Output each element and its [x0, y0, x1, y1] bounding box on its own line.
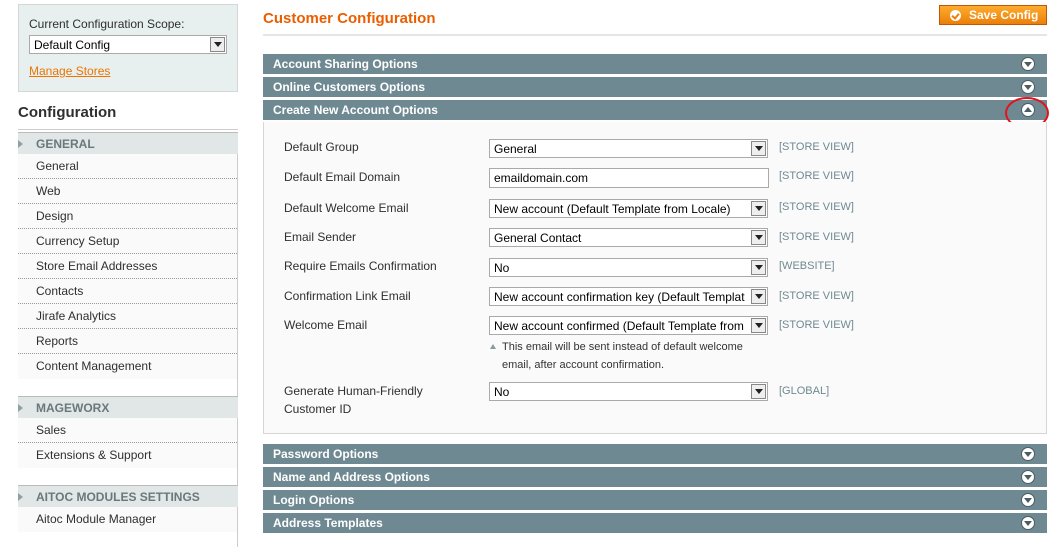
nav-spacer: [18, 379, 238, 396]
section-title: Name and Address Options: [273, 470, 430, 484]
default-email-domain-input[interactable]: [489, 168, 769, 188]
email-sender-select[interactable]: General Contact: [489, 228, 768, 247]
sidebar-item-sales[interactable]: Sales: [18, 418, 237, 443]
sidebar-item-reports[interactable]: Reports: [18, 329, 237, 354]
title-divider: [263, 34, 1047, 36]
section-online-customers-options[interactable]: Online Customers Options: [263, 77, 1047, 98]
scope-select[interactable]: Default Config: [29, 35, 227, 54]
welcome-email-label: Welcome Email: [284, 318, 368, 332]
save-config-button[interactable]: Save Config: [939, 5, 1047, 25]
scope-label: Current Configuration Scope:: [29, 17, 185, 31]
nav-group-aitoc[interactable]: AITOC MODULES SETTINGS: [18, 485, 238, 507]
nav-spacer: [18, 468, 238, 485]
nav-list-aitoc: Aitoc Module Manager: [18, 507, 238, 547]
default-welcome-email-select[interactable]: New account (Default Template from Local…: [489, 199, 768, 218]
default-email-domain-scope: [STORE VIEW]: [779, 170, 854, 182]
confirmation-link-email-label: Confirmation Link Email: [284, 289, 411, 303]
generate-customer-id-scope: [GLOBAL]: [779, 385, 830, 397]
sidebar-item-content-management[interactable]: Content Management: [18, 354, 237, 379]
welcome-email-select[interactable]: New account confirmed (Default Template …: [489, 316, 768, 335]
sidebar-item-extensions-support[interactable]: Extensions & Support: [18, 443, 237, 468]
sidebar: Current Configuration Scope: Default Con…: [0, 0, 238, 547]
require-emails-confirmation-scope: [WEBSITE]: [779, 260, 835, 272]
welcome-email-note: This email will be sent instead of defau…: [489, 338, 769, 374]
require-emails-confirmation-select[interactable]: No: [489, 258, 768, 277]
chevron-down-icon[interactable]: [1021, 57, 1035, 71]
chevron-down-icon[interactable]: [1021, 516, 1035, 530]
confirmation-link-email-value: New account confirmation key (Default Te…: [494, 290, 745, 304]
sidebar-item-contacts[interactable]: Contacts: [18, 279, 237, 304]
email-sender-label: Email Sender: [284, 230, 357, 244]
generate-customer-id-label: Generate Human-Friendly Customer ID: [284, 384, 423, 416]
configuration-title: Configuration: [18, 92, 238, 130]
chevron-down-icon[interactable]: [751, 289, 766, 304]
section-login-options[interactable]: Login Options: [263, 490, 1047, 511]
section-password-options[interactable]: Password Options: [263, 444, 1047, 465]
chevron-down-icon[interactable]: [1021, 80, 1035, 94]
default-welcome-email-scope: [STORE VIEW]: [779, 201, 854, 213]
nav-list-general: General Web Design Currency Setup Store …: [18, 154, 238, 379]
manage-stores-link[interactable]: Manage Stores: [29, 64, 110, 78]
generate-customer-id-value: No: [494, 385, 510, 399]
default-email-domain-label: Default Email Domain: [284, 170, 401, 184]
chevron-down-icon[interactable]: [751, 318, 766, 333]
save-config-label: Save Config: [969, 8, 1039, 22]
default-group-label: Default Group: [284, 140, 359, 154]
section-create-new-account-options[interactable]: Create New Account Options: [263, 97, 1049, 129]
section-title: Create New Account Options: [273, 103, 438, 117]
sidebar-item-jirafe-analytics[interactable]: Jirafe Analytics: [18, 304, 237, 329]
nav-group-general[interactable]: GENERAL: [18, 132, 238, 154]
nav-list-mageworx: Sales Extensions & Support: [18, 418, 238, 468]
chevron-down-icon[interactable]: [751, 201, 766, 216]
page-title: Customer Configuration: [263, 10, 436, 27]
welcome-email-value: New account confirmed (Default Template …: [494, 319, 744, 333]
confirmation-link-email-select[interactable]: New account confirmation key (Default Te…: [489, 287, 768, 306]
chevron-down-icon[interactable]: [1021, 447, 1035, 461]
section-name-and-address-options[interactable]: Name and Address Options: [263, 467, 1047, 488]
scope-panel: Current Configuration Scope: Default Con…: [18, 4, 238, 92]
sidebar-item-currency-setup[interactable]: Currency Setup: [18, 229, 237, 254]
default-group-value: General: [494, 142, 537, 156]
default-welcome-email-label: Default Welcome Email: [284, 201, 409, 215]
section-title: Login Options: [273, 493, 355, 507]
default-welcome-email-value: New account (Default Template from Local…: [494, 202, 731, 216]
sidebar-item-store-email-addresses[interactable]: Store Email Addresses: [18, 254, 237, 279]
section-title: Online Customers Options: [273, 80, 426, 94]
email-sender-scope: [STORE VIEW]: [779, 231, 854, 243]
generate-customer-id-select[interactable]: No: [489, 382, 768, 401]
sidebar-item-web[interactable]: Web: [18, 179, 237, 204]
sidebar-item-aitoc-module-manager[interactable]: Aitoc Module Manager: [18, 507, 237, 532]
chevron-down-icon[interactable]: [751, 141, 766, 156]
section-account-sharing-options[interactable]: Account Sharing Options: [263, 54, 1047, 75]
sidebar-item-general[interactable]: General: [18, 154, 237, 179]
require-emails-confirmation-label: Require Emails Confirmation: [284, 259, 437, 273]
default-group-scope: [STORE VIEW]: [779, 141, 854, 153]
nav-group-mageworx[interactable]: MAGEWORX: [18, 396, 238, 418]
require-emails-confirmation-value: No: [494, 261, 510, 275]
email-sender-value: General Contact: [494, 231, 582, 245]
default-group-select[interactable]: General: [489, 139, 768, 158]
section-title: Password Options: [273, 447, 379, 461]
chevron-down-icon[interactable]: [1021, 493, 1035, 507]
section-address-templates[interactable]: Address Templates: [263, 513, 1047, 534]
check-circle-icon: [950, 9, 961, 21]
chevron-down-icon[interactable]: [751, 384, 766, 399]
chevron-down-icon[interactable]: [1021, 470, 1035, 484]
welcome-email-scope: [STORE VIEW]: [779, 319, 854, 331]
confirmation-link-email-scope: [STORE VIEW]: [779, 290, 854, 302]
sidebar-item-design[interactable]: Design: [18, 204, 237, 229]
section-title: Account Sharing Options: [273, 57, 418, 71]
chevron-down-icon[interactable]: [751, 260, 766, 275]
section-title: Address Templates: [273, 516, 383, 530]
chevron-down-icon[interactable]: [210, 37, 225, 52]
chevron-down-icon[interactable]: [751, 230, 766, 245]
scope-select-value: Default Config: [34, 38, 111, 52]
